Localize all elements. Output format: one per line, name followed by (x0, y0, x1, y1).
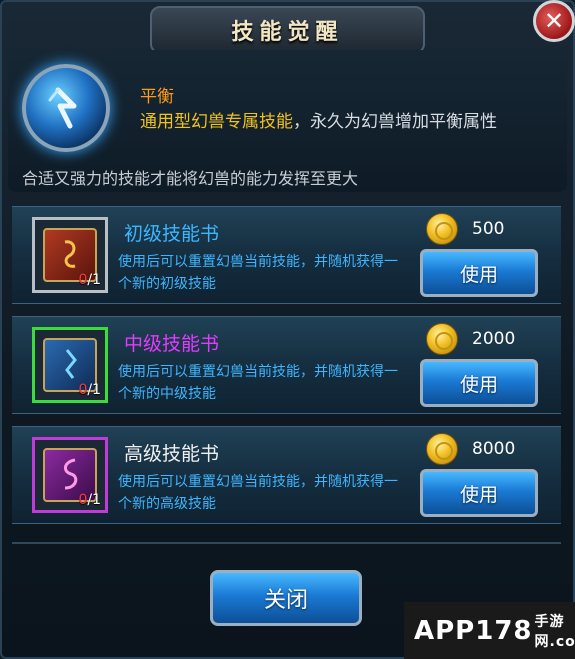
book-description: 使用后可以重置幻兽当前技能，并随机获得一个新的高级技能 (118, 474, 398, 512)
skill-description: 通用型幻兽专属技能，永久为幻兽增加平衡属性 (140, 110, 550, 134)
book-slot[interactable]: 0/1 (32, 217, 108, 293)
balance-rune-icon (22, 64, 110, 152)
skill-name: 平衡 (140, 87, 174, 107)
use-button[interactable]: 使用 (420, 469, 538, 517)
use-button[interactable]: 使用 (420, 359, 538, 407)
book-count: 0/1 (78, 382, 101, 398)
divider (12, 542, 561, 544)
book-description: 使用后可以重置幻兽当前技能，并随机获得一个新的中级技能 (118, 364, 398, 402)
book-slot[interactable]: 0/1 (32, 437, 108, 513)
gold-coin-icon (426, 323, 458, 355)
watermark-text: APP178 (414, 615, 533, 646)
book-row-basic: 0/1 初级技能书 使用后可以重置幻兽当前技能，并随机获得一个新的初级技能 50… (12, 206, 561, 304)
use-button[interactable]: 使用 (420, 249, 538, 297)
book-price: 500 (472, 219, 505, 239)
close-button[interactable]: 关闭 (210, 570, 362, 626)
watermark-logo: APP178手游网.com (404, 602, 575, 659)
book-price: 8000 (472, 439, 516, 459)
window-title: 技能觉醒 (150, 6, 425, 54)
gold-coin-icon (426, 433, 458, 465)
skill-desc-highlight: 通用型幻兽专属技能 (140, 112, 293, 132)
gold-coin-icon (426, 213, 458, 245)
book-count: 0/1 (78, 492, 101, 508)
book-row-advanced: 0/1 高级技能书 使用后可以重置幻兽当前技能，并随机获得一个新的高级技能 80… (12, 426, 561, 524)
book-price: 2000 (472, 329, 516, 349)
close-icon[interactable]: ✕ (533, 0, 575, 42)
skill-hint: 合适又强力的技能才能将幻兽的能力发挥至更大 (22, 169, 359, 188)
book-row-intermediate: 0/1 中级技能书 使用后可以重置幻兽当前技能，并随机获得一个新的中级技能 20… (12, 316, 561, 414)
book-description: 使用后可以重置幻兽当前技能，并随机获得一个新的初级技能 (118, 254, 398, 292)
book-title: 中级技能书 (124, 333, 220, 355)
book-slot[interactable]: 0/1 (32, 327, 108, 403)
book-count: 0/1 (78, 272, 101, 288)
skill-desc-rest: ，永久为幻兽增加平衡属性 (293, 112, 497, 132)
book-title: 高级技能书 (124, 443, 220, 465)
book-title: 初级技能书 (124, 223, 220, 245)
watermark-sub: 手游网.com (534, 613, 575, 650)
